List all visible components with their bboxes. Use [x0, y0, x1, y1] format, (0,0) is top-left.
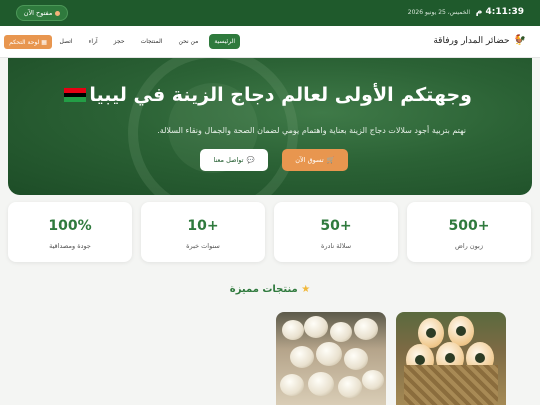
stat-number: 500+ [448, 218, 490, 234]
nav-links: الرئيسية من نحن المنتجات حجز آراء اتصل [55, 34, 240, 49]
product-card-eggs[interactable] [396, 312, 506, 405]
chick-image [362, 370, 384, 390]
dashboard-button[interactable]: ▦ لوحة التحكم [4, 35, 52, 49]
contact-us-button[interactable]: 💬 تواصل معنا [200, 149, 268, 171]
open-status-label: مفتوح الآن [23, 9, 53, 17]
product-card-chicks[interactable] [276, 312, 386, 405]
chick-image [308, 372, 334, 396]
flag-libya-icon [64, 88, 86, 103]
featured-products-heading: ★ منتجات مميزة [0, 284, 540, 295]
chick-image [304, 316, 328, 338]
status-dot-icon [55, 10, 61, 16]
stat-card-customers: 500+ زبون راض [407, 202, 531, 262]
stat-card-experience: 10+ سنوات خبرة [141, 202, 265, 262]
nav-item-products[interactable]: المنتجات [136, 34, 168, 49]
chick-image [282, 320, 304, 340]
star-icon: ★ [301, 284, 311, 295]
open-status-button[interactable]: مفتوح الآن [16, 5, 68, 21]
nav-item-booking[interactable]: حجز [109, 34, 130, 49]
hero-banner: وجهتكم الأولى لعالم دجاج الزينة في ليبيا… [8, 58, 532, 195]
hero-title: وجهتكم الأولى لعالم دجاج الزينة في ليبيا [89, 84, 472, 106]
date-text: الخميس، 25 يونيو 2026 [407, 9, 470, 16]
stat-number: 50+ [320, 218, 352, 234]
nav-item-reviews[interactable]: آراء [84, 34, 103, 49]
nav-item-home[interactable]: الرئيسية [209, 34, 240, 49]
chat-icon: 💬 [246, 156, 255, 164]
chick-image [354, 318, 378, 340]
basket-image [404, 365, 498, 405]
stat-label: جودة ومصداقية [49, 242, 91, 250]
brand-name: حضائر المدار ورفاقة [433, 35, 510, 46]
hero-subtitle: نهتم بتربية أجود سلالات دجاج الزينة بعنا… [157, 126, 466, 135]
stat-card-quality: 100% جودة ومصداقية [8, 202, 132, 262]
rooster-icon: 🐓 [513, 35, 526, 46]
cart-icon: 🛒 [326, 156, 335, 164]
top-status-bar: 4:11:39 م الخميس، 25 يونيو 2026 مفتوح ال… [0, 0, 540, 26]
stat-label: سنوات خبرة [186, 242, 220, 250]
clock: 4:11:39 م [475, 7, 524, 17]
stat-card-breeds: 50+ سلالة نادرة [274, 202, 398, 262]
chick-image [290, 346, 314, 368]
navbar: 🐓 حضائر المدار ورفاقة الرئيسية من نحن ال… [0, 26, 540, 58]
nav-item-about[interactable]: من نحن [174, 34, 204, 49]
stat-number: 100% [48, 218, 92, 234]
chick-image [338, 376, 362, 398]
shop-now-button[interactable]: 🛒 تسوق الآن [282, 149, 348, 171]
chick-image [344, 348, 368, 370]
stat-label: زبون راض [455, 242, 483, 250]
stat-label: سلالة نادرة [320, 242, 352, 250]
stat-number: 10+ [187, 218, 219, 234]
chick-image [280, 374, 304, 396]
dashboard-icon: ▦ [39, 38, 47, 46]
chick-image [316, 342, 342, 366]
contact-us-label: تواصل معنا [213, 156, 244, 164]
chick-image [330, 322, 352, 342]
brand-logo[interactable]: 🐓 حضائر المدار ورفاقة [433, 35, 526, 46]
nav-item-contact[interactable]: اتصل [55, 34, 78, 49]
shop-now-label: تسوق الآن [295, 156, 324, 164]
featured-products-title: منتجات مميزة [229, 284, 298, 295]
dashboard-label: لوحة التحكم [9, 38, 40, 46]
